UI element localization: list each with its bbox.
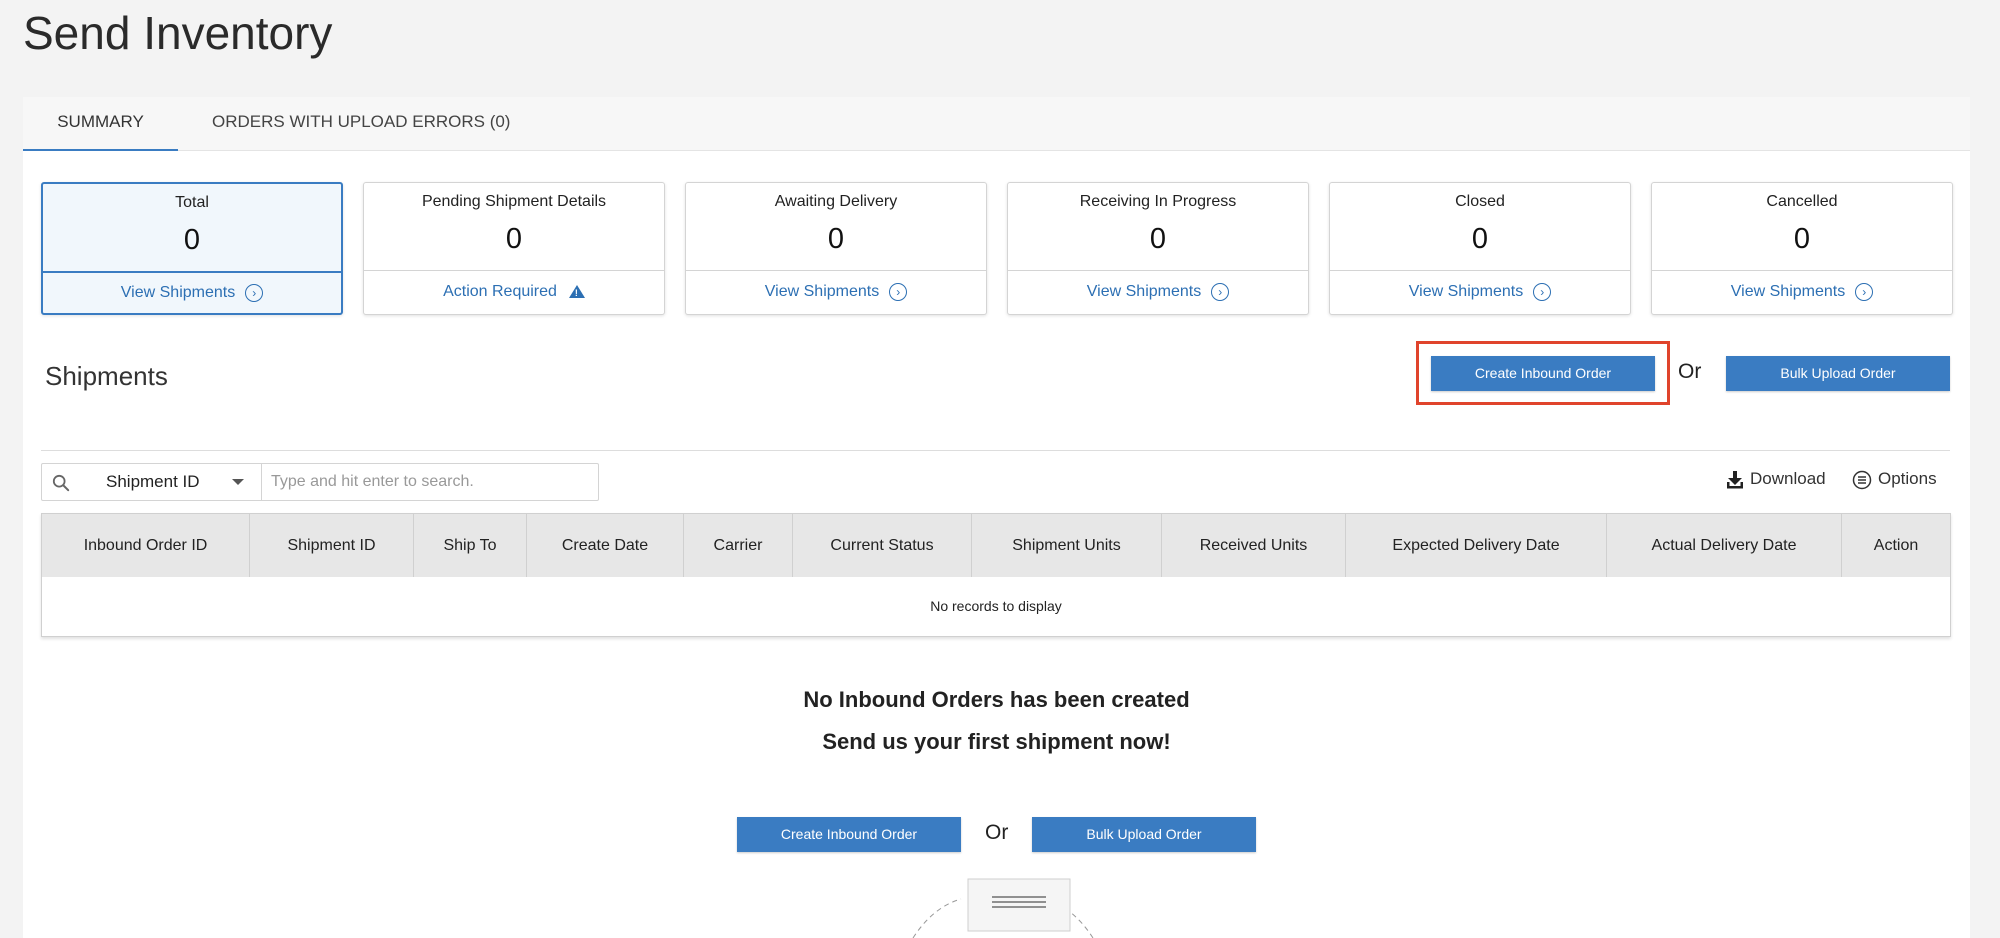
search-input[interactable] <box>262 464 598 500</box>
download-icon <box>1727 470 1743 489</box>
bulk-upload-order-button[interactable]: Bulk Upload Order <box>1726 356 1950 391</box>
shipments-table: Inbound Order ID Shipment ID Ship To Cre… <box>41 513 1951 637</box>
view-shipments-link[interactable]: View Shipments › <box>43 284 341 302</box>
or-label: Or <box>985 821 1009 844</box>
card-divider <box>1652 270 1952 271</box>
card-total[interactable]: Total 0 View Shipments › <box>41 182 343 315</box>
chevron-down-icon[interactable] <box>232 479 244 485</box>
card-divider <box>43 271 341 273</box>
view-shipments-link[interactable]: View Shipments › <box>1008 283 1308 301</box>
empty-box-illustration <box>912 878 1094 938</box>
column-header-shipment-id[interactable]: Shipment ID <box>250 514 414 577</box>
card-link-label: Action Required <box>443 283 557 300</box>
card-title: Closed <box>1455 193 1505 210</box>
column-header-carrier[interactable]: Carrier <box>684 514 793 577</box>
card-closed[interactable]: Closed 0 View Shipments › <box>1329 182 1631 315</box>
column-header-ship-to[interactable]: Ship To <box>414 514 527 577</box>
empty-state-title: No Inbound Orders has been created <box>803 687 1190 712</box>
card-count: 0 <box>1149 223 1167 255</box>
create-inbound-order-button-secondary[interactable]: Create Inbound Order <box>737 817 961 852</box>
column-header-actual-delivery-date[interactable]: Actual Delivery Date <box>1607 514 1842 577</box>
or-label: Or <box>1678 360 1702 383</box>
card-title: Total <box>175 194 209 211</box>
shipments-heading: Shipments <box>45 361 168 391</box>
chevron-circle-icon: › <box>1855 283 1874 301</box>
action-required-link[interactable]: Action Required! <box>364 283 664 301</box>
card-cancelled[interactable]: Cancelled 0 View Shipments › <box>1651 182 1953 315</box>
column-header-action: Action <box>1873 537 1919 554</box>
download-button[interactable]: Download <box>1726 469 1826 490</box>
card-receiving-in-progress[interactable]: Receiving In Progress 0 View Shipments › <box>1007 182 1309 315</box>
search-icon <box>52 474 70 492</box>
view-shipments-link[interactable]: View Shipments › <box>686 283 986 301</box>
card-divider <box>1008 270 1308 271</box>
download-label: Download <box>1750 469 1826 488</box>
tab-summary[interactable]: SUMMARY <box>23 97 178 151</box>
column-header-inbound-order-id[interactable]: Inbound Order ID <box>42 514 250 577</box>
card-title: Pending Shipment Details <box>421 193 607 210</box>
card-count: 0 <box>827 223 845 255</box>
column-header-received-units[interactable]: Received Units <box>1162 514 1346 577</box>
chevron-circle-icon: › <box>889 283 908 301</box>
card-divider <box>686 270 986 271</box>
tab-orders-with-upload-errors[interactable]: ORDERS WITH UPLOAD ERRORS (0) <box>174 97 548 151</box>
page-title: Send Inventory <box>23 7 333 59</box>
empty-state-subtitle: Send us your first shipment now! <box>822 729 1171 754</box>
card-link-label: View Shipments <box>1730 283 1846 301</box>
view-shipments-link[interactable]: View Shipments › <box>1330 283 1630 301</box>
card-count: 0 <box>183 224 201 256</box>
card-divider <box>1330 270 1630 271</box>
chevron-circle-icon: › <box>1533 283 1552 301</box>
chevron-circle-icon: › <box>245 284 264 302</box>
card-link-label: View Shipments <box>1408 283 1524 301</box>
card-title: Awaiting Delivery <box>774 193 898 210</box>
card-count: 0 <box>1471 223 1489 255</box>
chevron-circle-icon: › <box>1211 283 1230 301</box>
card-link-label: View Shipments <box>120 284 236 302</box>
card-count: 0 <box>1793 223 1811 255</box>
bulk-upload-order-button-secondary[interactable]: Bulk Upload Order <box>1032 817 1256 852</box>
view-shipments-link[interactable]: View Shipments › <box>1652 283 1952 301</box>
column-header-expected-delivery-date[interactable]: Expected Delivery Date <box>1346 514 1607 577</box>
card-divider <box>364 270 664 271</box>
card-count: 0 <box>505 223 523 255</box>
options-label: Options <box>1878 469 1937 488</box>
card-link-label: View Shipments <box>1086 283 1202 301</box>
card-title: Cancelled <box>1766 193 1838 210</box>
search-filter-dropdown[interactable]: Shipment ID <box>106 464 200 500</box>
main-panel: SUMMARY ORDERS WITH UPLOAD ERRORS (0) To… <box>23 97 1970 938</box>
column-header-current-status[interactable]: Current Status <box>793 514 972 577</box>
card-awaiting-delivery[interactable]: Awaiting Delivery 0 View Shipments › <box>685 182 987 315</box>
list-options-icon <box>1852 470 1872 489</box>
column-header-shipment-units[interactable]: Shipment Units <box>972 514 1162 577</box>
search-bar: Shipment ID <box>41 463 599 501</box>
column-header-create-date[interactable]: Create Date <box>527 514 684 577</box>
table-header: Inbound Order ID Shipment ID Ship To Cre… <box>42 514 1950 577</box>
tab-bar: SUMMARY ORDERS WITH UPLOAD ERRORS (0) <box>23 97 1970 151</box>
no-records-message: No records to display <box>930 598 1062 614</box>
card-title: Receiving In Progress <box>1079 193 1237 210</box>
options-button[interactable]: Options <box>1852 469 1937 490</box>
warning-icon: ! <box>568 285 585 299</box>
card-pending-shipment-details[interactable]: Pending Shipment Details 0 Action Requir… <box>363 182 665 315</box>
create-inbound-order-button[interactable]: Create Inbound Order <box>1431 356 1655 391</box>
card-link-label: View Shipments <box>764 283 880 301</box>
divider <box>41 450 1950 451</box>
